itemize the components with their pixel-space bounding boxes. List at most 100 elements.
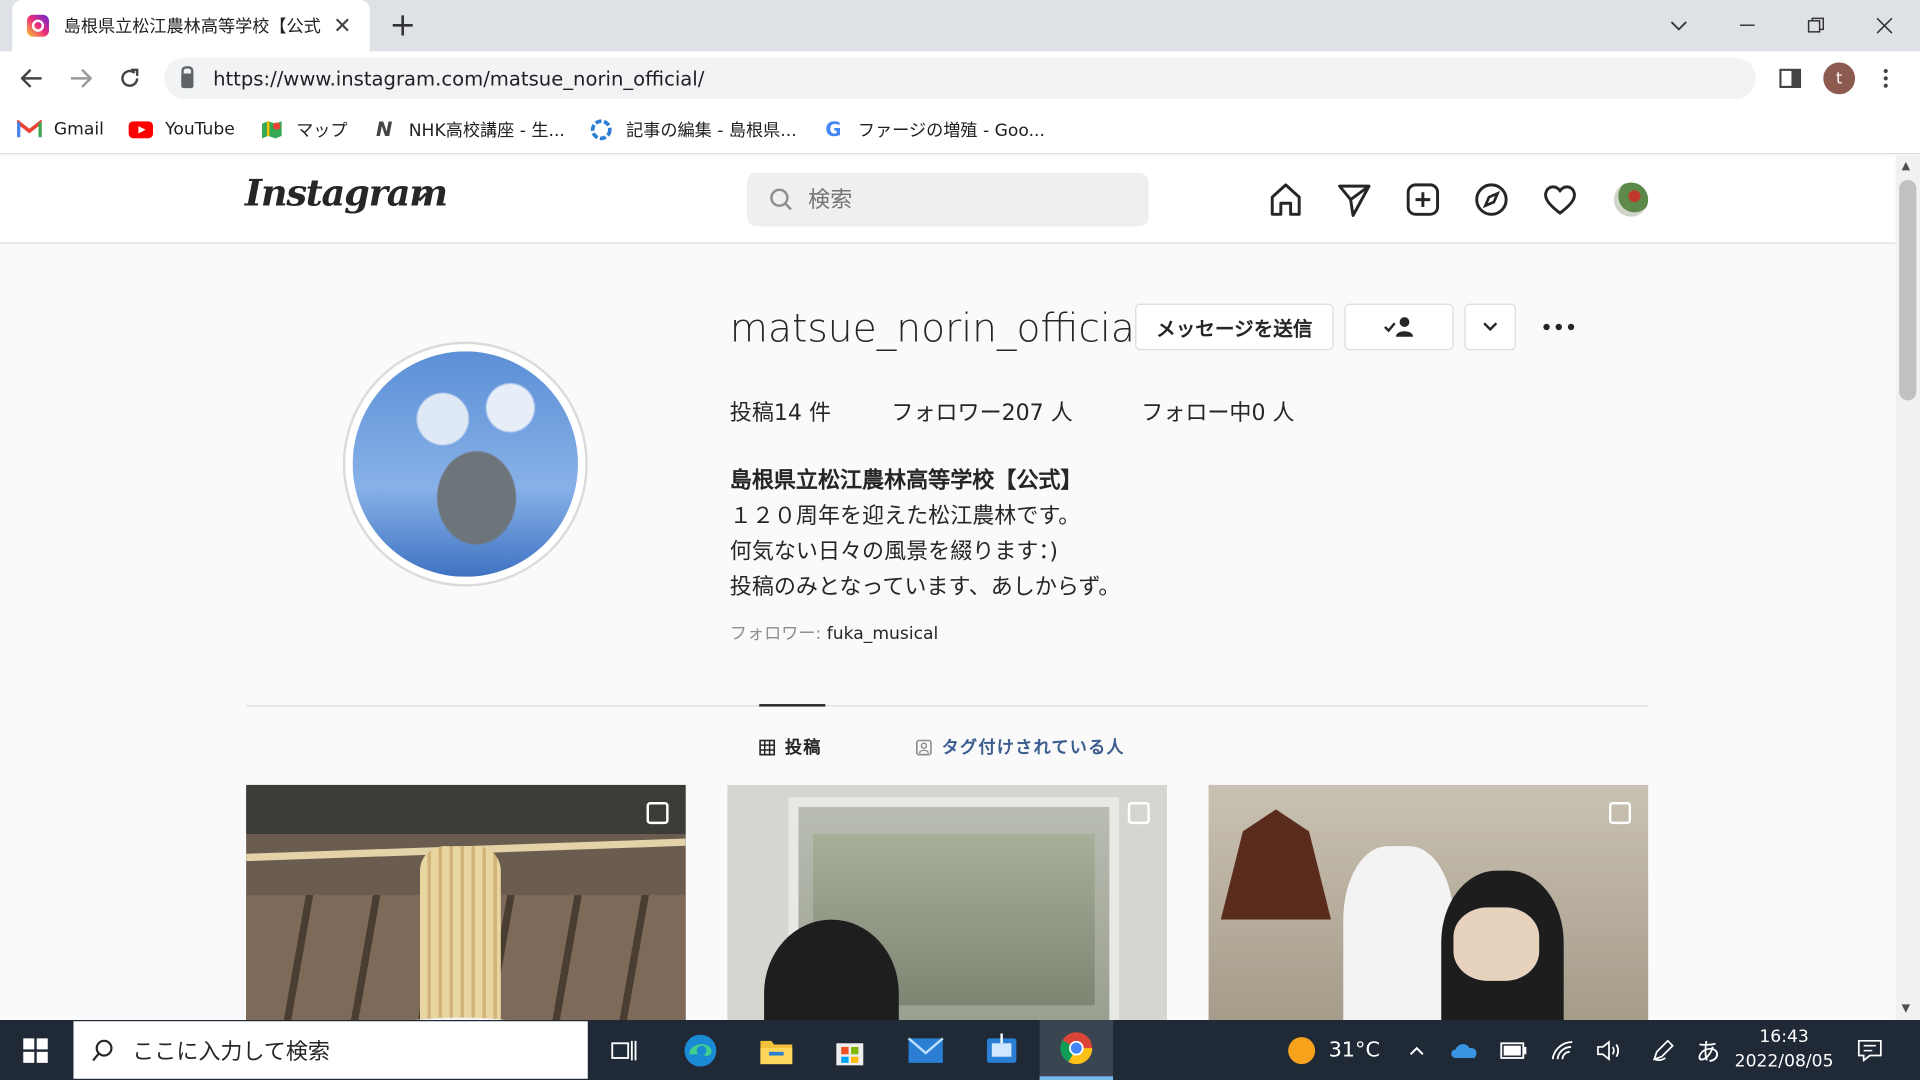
direct-message-icon[interactable] bbox=[1335, 180, 1374, 219]
lock-icon[interactable] bbox=[181, 66, 194, 89]
pen-icon[interactable] bbox=[1646, 1020, 1680, 1080]
instagram-page: Instagram 検索 matsue_norin_official メッセージ… bbox=[0, 155, 1896, 1021]
followed-by-user[interactable]: fuka_musical bbox=[827, 624, 939, 644]
new-tab-button[interactable]: + bbox=[389, 7, 416, 44]
minimize-icon[interactable] bbox=[1713, 0, 1782, 51]
chevron-down-icon[interactable] bbox=[411, 185, 428, 208]
following-button[interactable] bbox=[1344, 303, 1454, 351]
chevron-up-icon[interactable] bbox=[1401, 1020, 1433, 1080]
bio-line: 何気ない日々の風景を綴ります：) bbox=[729, 538, 1059, 565]
reload-icon[interactable] bbox=[105, 54, 154, 103]
bookmark-label: YouTube bbox=[165, 119, 235, 139]
tab-posts[interactable]: 投稿 bbox=[759, 735, 821, 759]
post-thumbnail[interactable] bbox=[1208, 784, 1649, 1021]
bookmark-edit[interactable]: 記事の編集 - 島根県... bbox=[589, 117, 797, 141]
nhk-icon: N bbox=[376, 117, 393, 141]
suggested-dropdown-button[interactable] bbox=[1464, 303, 1516, 351]
file-explorer-icon[interactable] bbox=[740, 1020, 813, 1080]
user-avatar[interactable] bbox=[1611, 180, 1650, 219]
bookmark-youtube[interactable]: YouTube bbox=[128, 119, 235, 139]
post-thumbnail[interactable] bbox=[727, 784, 1167, 1021]
tab-label: タグ付けされている人 bbox=[941, 738, 1125, 758]
user-check-icon bbox=[1383, 317, 1413, 337]
new-post-icon[interactable] bbox=[1403, 180, 1442, 219]
bookmark-label: NHK高校講座 - 生... bbox=[408, 120, 565, 141]
home-icon[interactable] bbox=[1266, 180, 1305, 219]
notification-icon[interactable] bbox=[1851, 1020, 1888, 1080]
chevron-down-icon bbox=[1483, 322, 1498, 332]
bookmarks-bar: Gmail YouTube マップ N NHK高校講座 - 生... 記事の編集… bbox=[0, 105, 1920, 155]
task-view-icon[interactable] bbox=[588, 1020, 661, 1080]
profile-picture[interactable] bbox=[342, 341, 588, 587]
microsoft-store-icon[interactable] bbox=[813, 1020, 886, 1080]
taskbar-search-placeholder: ここに入力して検索 bbox=[132, 1038, 330, 1065]
bookmark-maps[interactable]: マップ bbox=[259, 117, 348, 141]
address-url[interactable]: https://www.instagram.com/matsue_norin_o… bbox=[213, 67, 704, 90]
active-tab-indicator bbox=[759, 704, 826, 707]
onedrive-icon[interactable] bbox=[1447, 1020, 1481, 1080]
following-count[interactable]: フォロー中0 人 bbox=[1141, 396, 1294, 428]
edit-icon bbox=[589, 118, 613, 140]
followers-count[interactable]: フォロワー207 人 bbox=[891, 396, 1072, 428]
followed-by[interactable]: フォロワー: fuka_musical bbox=[730, 621, 939, 645]
page-scrollbar[interactable]: ▲ ▼ bbox=[1895, 155, 1920, 1021]
scroll-up-icon[interactable]: ▲ bbox=[1902, 160, 1910, 172]
instagram-search[interactable] bbox=[746, 172, 1149, 227]
side-panel-icon[interactable] bbox=[1773, 51, 1807, 105]
ime-indicator[interactable]: あ bbox=[1690, 1020, 1727, 1080]
profile-full-name: 島根県立松江農林高等学校【公式】 bbox=[729, 467, 1083, 494]
post-thumbnail[interactable] bbox=[246, 784, 686, 1021]
restore-icon[interactable] bbox=[1782, 0, 1851, 51]
volume-icon[interactable] bbox=[1592, 1020, 1626, 1080]
clock-date: 2022/08/05 bbox=[1734, 1051, 1834, 1072]
bookmark-nhk[interactable]: N NHK高校講座 - 生... bbox=[372, 117, 565, 141]
heart-icon[interactable] bbox=[1540, 180, 1579, 219]
window-close-icon[interactable] bbox=[1850, 0, 1919, 51]
bookmark-label: マップ bbox=[296, 120, 348, 141]
stat-label: フォロワー bbox=[891, 400, 1002, 427]
address-bar[interactable]: https://www.instagram.com/matsue_norin_o… bbox=[164, 57, 1756, 100]
battery-icon[interactable] bbox=[1496, 1020, 1530, 1080]
edge-icon[interactable] bbox=[664, 1020, 737, 1080]
grid-icon bbox=[759, 738, 776, 755]
windows-taskbar: ここに入力して検索 31°C あ 16:43 2022/08/05 bbox=[0, 1020, 1920, 1080]
bookmark-gmail[interactable]: Gmail bbox=[17, 119, 104, 139]
wifi-icon[interactable] bbox=[1545, 1020, 1579, 1080]
bookmark-label: ファージの増殖 - Goo... bbox=[857, 120, 1045, 141]
message-button[interactable]: メッセージを送信 bbox=[1135, 303, 1334, 351]
scrollbar-thumb[interactable] bbox=[1899, 180, 1917, 401]
chrome-icon[interactable] bbox=[1039, 1020, 1114, 1080]
tab-label: 投稿 bbox=[784, 738, 822, 758]
search-input[interactable] bbox=[808, 186, 1127, 213]
gmail-icon bbox=[17, 119, 42, 139]
explore-icon[interactable] bbox=[1472, 180, 1511, 219]
weather-icon[interactable] bbox=[1283, 1020, 1320, 1080]
forward-icon[interactable] bbox=[56, 54, 105, 103]
tab-close-icon[interactable]: ✕ bbox=[333, 13, 351, 39]
back-icon[interactable] bbox=[7, 54, 56, 103]
tab-search-icon[interactable] bbox=[1645, 0, 1714, 51]
profile-avatar[interactable]: t bbox=[1822, 51, 1856, 105]
stat-unit: 人 bbox=[1050, 400, 1073, 427]
posts-count: 投稿14 件 bbox=[730, 396, 831, 428]
browser-toolbar: https://www.instagram.com/matsue_norin_o… bbox=[0, 51, 1920, 106]
taskbar-search[interactable]: ここに入力して検索 bbox=[73, 1021, 588, 1079]
search-icon bbox=[92, 1039, 113, 1061]
stat-value: 207 bbox=[1001, 400, 1044, 427]
browser-tab[interactable]: 島根県立松江農林高等学校【公式 ✕ bbox=[12, 0, 370, 52]
scroll-down-icon[interactable]: ▼ bbox=[1902, 1003, 1910, 1015]
windows-icon bbox=[23, 1037, 48, 1063]
clock-time: 16:43 bbox=[1759, 1027, 1809, 1047]
instagram-favicon-icon bbox=[26, 14, 49, 37]
tagged-user-icon bbox=[915, 738, 932, 755]
mail-icon[interactable] bbox=[889, 1020, 962, 1080]
tab-tagged[interactable]: タグ付けされている人 bbox=[915, 735, 1125, 759]
taskbar-clock[interactable]: 16:43 2022/08/05 bbox=[1729, 1025, 1839, 1074]
remote-desktop-icon[interactable] bbox=[965, 1020, 1038, 1080]
stat-label: 投稿 bbox=[729, 400, 774, 427]
menu-kebab-icon[interactable] bbox=[1873, 51, 1897, 105]
more-options-icon[interactable] bbox=[1540, 315, 1577, 344]
bookmark-google[interactable]: G ファージの増殖 - Goo... bbox=[821, 117, 1045, 141]
start-button[interactable] bbox=[0, 1020, 71, 1080]
weather-temp[interactable]: 31°C bbox=[1322, 1020, 1386, 1080]
